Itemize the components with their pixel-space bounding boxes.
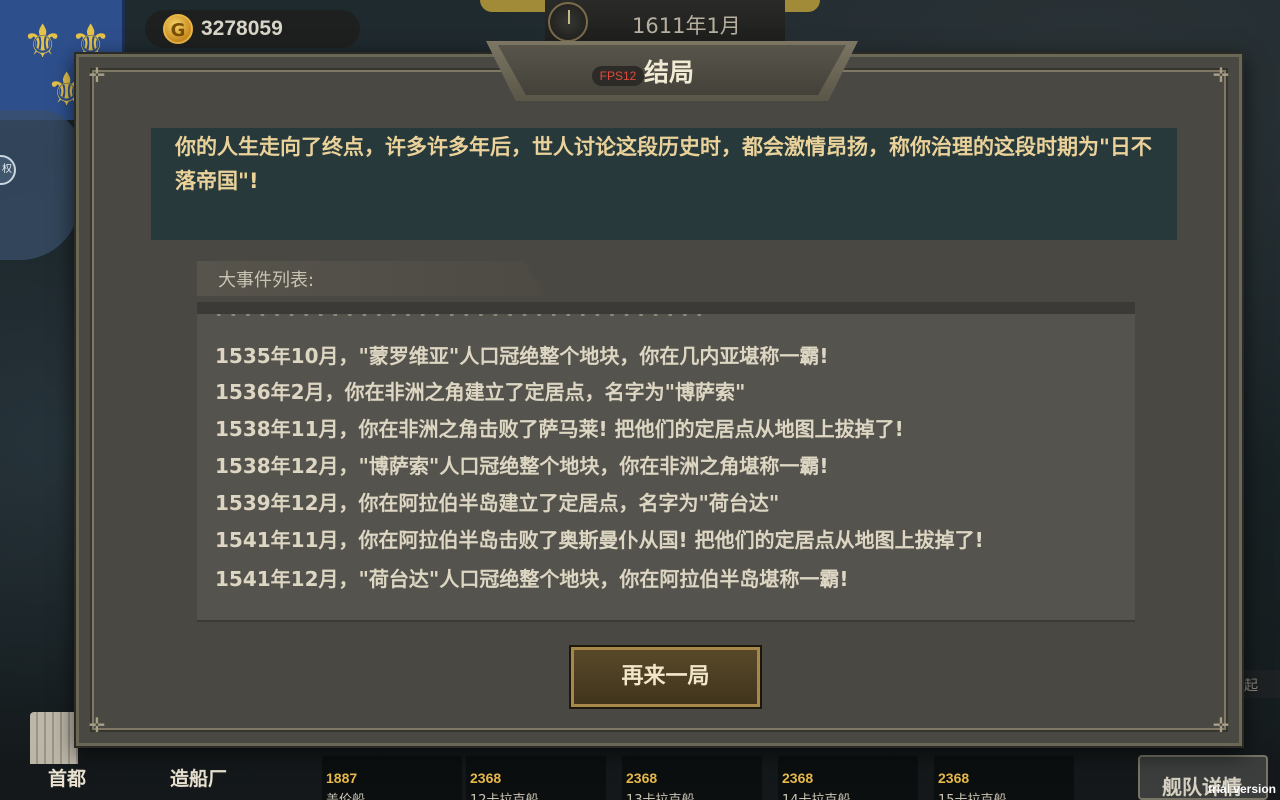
events-list[interactable]: · · · · · · · · · · · · · · · · · · · · … [197, 314, 1135, 620]
fleur-de-lis-icon: ⚜ [22, 14, 64, 68]
ship-name: 12卡拉克船 [470, 789, 539, 800]
list-item: · · · · · · · · · · · · · · · · · · · · … [215, 314, 704, 326]
events-divider [197, 620, 1135, 622]
events-divider [197, 302, 1135, 314]
events-header-label: 大事件列表: [218, 270, 315, 291]
side-tab[interactable]: 起 [1240, 670, 1280, 698]
list-item: 1536年2月，你在非洲之角建立了定居点，名字为"博萨索" [215, 380, 746, 404]
ending-summary: 你的人生走向了终点，许多许多年后，世人讨论这段历史时，都会激情昂扬，称你治理的这… [175, 135, 1152, 193]
corner-ornament-icon: ✛ [88, 63, 106, 87]
list-item: 1539年12月，你在阿拉伯半岛建立了定居点，名字为"荷台达" [215, 491, 780, 515]
corner-ornament-icon: ✛ [1212, 63, 1230, 87]
trial-watermark: trial version [1207, 782, 1276, 796]
corner-ornament-icon: ✛ [1212, 713, 1230, 737]
gold-amount: 3278059 [201, 17, 283, 40]
ship-name: 15卡拉克船 [938, 789, 1007, 800]
clock-icon[interactable] [548, 2, 588, 42]
gold-display: G 3278059 [145, 10, 360, 48]
play-again-button[interactable]: 再来一局 [569, 645, 762, 709]
list-item: 1538年11月，你在非洲之角击败了萨马莱! 把他们的定居点从地图上拔掉了! [215, 417, 904, 441]
list-item: 1541年12月，"荷台达"人口冠绝整个地块，你在阿拉伯半岛堪称一霸! [215, 567, 849, 591]
dialog-title: 结局 [644, 58, 695, 87]
current-date: 1611年1月 [632, 14, 741, 38]
list-item: 1541年11月，你在阿拉伯半岛击败了奥斯曼仆从国! 把他们的定居点从地图上拔掉… [215, 528, 984, 552]
ship-name: 盖伦船 [326, 789, 365, 800]
ship-cost: 2368 [782, 770, 814, 786]
corner-ornament-icon: ✛ [88, 713, 106, 737]
capital-button[interactable]: 首都 [48, 764, 86, 791]
ship-cost: 2368 [626, 770, 658, 786]
ship-cost: 1887 [326, 770, 358, 786]
shipyard-button[interactable]: 造船厂 [170, 764, 227, 791]
ship-cost: 2368 [938, 770, 970, 786]
fps-counter: FPS12 [592, 66, 644, 86]
gold-coin-icon: G [163, 14, 193, 44]
list-item: 1538年12月，"博萨索"人口冠绝整个地块，你在非洲之角堪称一霸! [215, 454, 829, 478]
list-item: 1535年10月，"蒙罗维亚"人口冠绝整个地块，你在几内亚堪称一霸! [215, 344, 829, 368]
ship-name: 13卡拉克船 [626, 789, 695, 800]
ship-cost: 2368 [470, 770, 502, 786]
ship-name: 14卡拉克船 [782, 789, 851, 800]
capital-building-icon[interactable] [30, 712, 78, 764]
